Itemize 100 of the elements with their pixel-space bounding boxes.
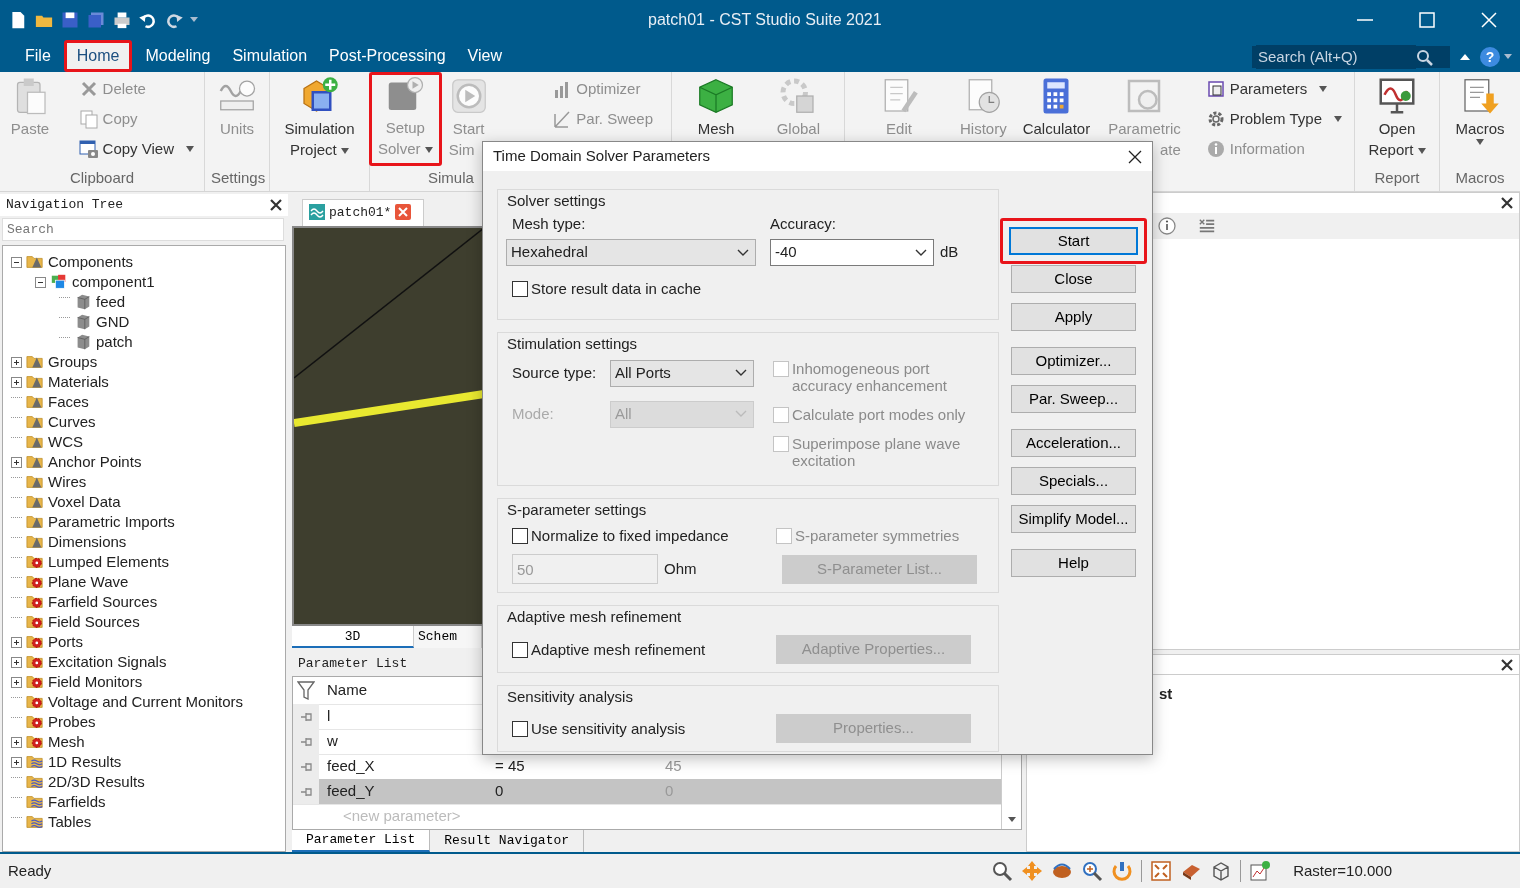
parameter-frame-icon <box>1205 79 1226 99</box>
panel-tab[interactable]: Parameter List <box>292 830 431 852</box>
ribbon-button[interactable]: Mesh <box>692 74 740 141</box>
expand-icon[interactable] <box>11 756 22 768</box>
window-title: patch01 - CST Studio Suite 2021 <box>648 10 883 30</box>
print-icon[interactable] <box>112 10 132 30</box>
panel-title: Parameter List <box>297 655 409 673</box>
chart-plus-icon[interactable] <box>1249 860 1272 882</box>
group-label: Report <box>1373 168 1421 188</box>
checkbox[interactable]: Normalize to fixed impedance <box>512 527 770 544</box>
dialog-button[interactable]: Apply <box>1011 303 1136 331</box>
group-label: Settings <box>211 168 263 188</box>
expand-icon[interactable] <box>11 636 22 648</box>
dropdown-field[interactable]: Hexahedral <box>506 239 756 266</box>
folder-cone-icon <box>25 493 45 511</box>
folder-cone-icon <box>25 513 45 531</box>
search-box[interactable]: Search (Alt+Q) <box>1252 46 1450 68</box>
caret-icon[interactable] <box>1007 817 1016 823</box>
folder-gear-icon <box>25 613 45 631</box>
dialog-button[interactable]: Help <box>1011 549 1136 577</box>
ribbon-button[interactable]: Problem Type <box>1201 104 1346 134</box>
caret-icon[interactable] <box>1504 54 1512 60</box>
checkbox[interactable]: Adaptive mesh refinement <box>512 640 770 658</box>
folder-wave-icon <box>25 813 45 831</box>
ribbon-button[interactable]: Copy View <box>74 134 198 164</box>
help-icon[interactable]: ? <box>1480 47 1500 67</box>
dropdown-field[interactable]: All Ports <box>610 359 754 387</box>
report-board-icon <box>1377 76 1417 116</box>
ribbon-button[interactable]: Simulation Project <box>280 74 359 162</box>
folder-gear-icon <box>25 633 45 651</box>
zoom-icon[interactable] <box>991 860 1014 882</box>
collapse-caret-icon[interactable] <box>1460 54 1470 60</box>
menu-tab[interactable]: Home <box>63 40 133 72</box>
editor-tab[interactable]: Schem <box>414 626 482 648</box>
menu-tab[interactable]: View <box>456 41 513 72</box>
folder-wave-icon <box>25 753 45 771</box>
dropdown-field[interactable]: -40 <box>770 239 934 266</box>
menu-tab[interactable]: Modeling <box>134 41 222 72</box>
cube-icon <box>696 76 736 116</box>
dialog-button[interactable]: Optimizer... <box>1011 347 1136 375</box>
folder-cone-icon <box>25 253 45 271</box>
ribbon-button[interactable]: Macros <box>1451 74 1509 147</box>
search-field[interactable]: Search <box>2 217 284 241</box>
folder-gear-icon <box>25 733 45 751</box>
customize-caret-icon[interactable] <box>190 17 198 23</box>
folder-wave-icon <box>25 793 45 811</box>
folder-cone-icon <box>25 453 45 471</box>
table-cell-text: feed_X <box>326 756 376 777</box>
status-text: Ready <box>8 860 52 881</box>
column-header[interactable]: Name <box>319 677 481 703</box>
close-icon[interactable] <box>1501 197 1513 209</box>
dialog-button[interactable]: Acceleration... <box>1011 429 1136 457</box>
dialog-button[interactable]: Par. Sweep... <box>1011 385 1136 413</box>
expand-icon[interactable] <box>11 676 22 688</box>
unit-label: dB <box>940 242 959 263</box>
filter-icon[interactable] <box>297 680 315 700</box>
close-icon[interactable] <box>270 198 282 211</box>
document-tab[interactable]: patch01* <box>302 198 425 226</box>
dialog-button[interactable]: Close <box>1011 265 1136 293</box>
dialog-title: Time Domain Solver Parameters <box>493 146 710 167</box>
checkbox[interactable]: Store result data in cache <box>512 280 990 297</box>
search-field[interactable]: Search (Alt+Q) <box>1256 44 1416 70</box>
caret-icon <box>1476 139 1484 145</box>
expand-icon[interactable] <box>11 376 22 388</box>
search-icon[interactable] <box>1416 48 1433 66</box>
chevron-icon <box>735 369 747 377</box>
dialog-button[interactable]: Specials... <box>1011 467 1136 495</box>
editor-tab[interactable]: 3D <box>292 626 414 648</box>
close-icon[interactable] <box>1128 149 1142 164</box>
menu-tab[interactable]: Post-Processing <box>318 41 457 72</box>
expand-icon[interactable] <box>11 656 22 668</box>
folder-cone-icon <box>25 473 45 491</box>
save-icon[interactable] <box>60 10 80 30</box>
menu-tab[interactable]: File <box>14 41 62 72</box>
menu-tab[interactable]: Simulation <box>221 41 319 72</box>
fit-view-icon[interactable] <box>1150 860 1173 882</box>
info-icon[interactable] <box>1157 216 1177 236</box>
ribbon-button[interactable]: Open Report <box>1364 74 1430 162</box>
zoom-in-icon[interactable] <box>1081 860 1104 882</box>
checkbox[interactable]: Use sensitivity analysis <box>512 720 770 737</box>
close-icon[interactable] <box>1501 658 1513 671</box>
collapse-icon[interactable] <box>11 256 22 268</box>
list-icon[interactable] <box>1197 217 1217 235</box>
folder-cone-icon <box>25 353 45 371</box>
folder-wave-icon <box>25 773 45 791</box>
dialog-button[interactable]: Start <box>1000 218 1147 264</box>
ribbon-button[interactable]: Parameters <box>1201 74 1346 104</box>
ribbon-button[interactable]: Calculator <box>1018 74 1095 141</box>
group-label: Simula <box>427 168 475 188</box>
caret-icon <box>186 146 194 152</box>
expand-icon[interactable] <box>11 456 22 468</box>
unit-label: Ohm <box>664 558 698 579</box>
folder-gear-icon <box>25 653 45 671</box>
expand-icon[interactable] <box>11 736 22 748</box>
folder-gear-icon <box>25 693 45 711</box>
table-cell-text: = 45 <box>494 756 526 777</box>
folder-gear-icon <box>25 673 45 691</box>
expand-icon[interactable] <box>11 356 22 368</box>
collapse-icon[interactable] <box>35 276 46 288</box>
dialog-button[interactable]: Simplify Model... <box>1011 505 1136 533</box>
